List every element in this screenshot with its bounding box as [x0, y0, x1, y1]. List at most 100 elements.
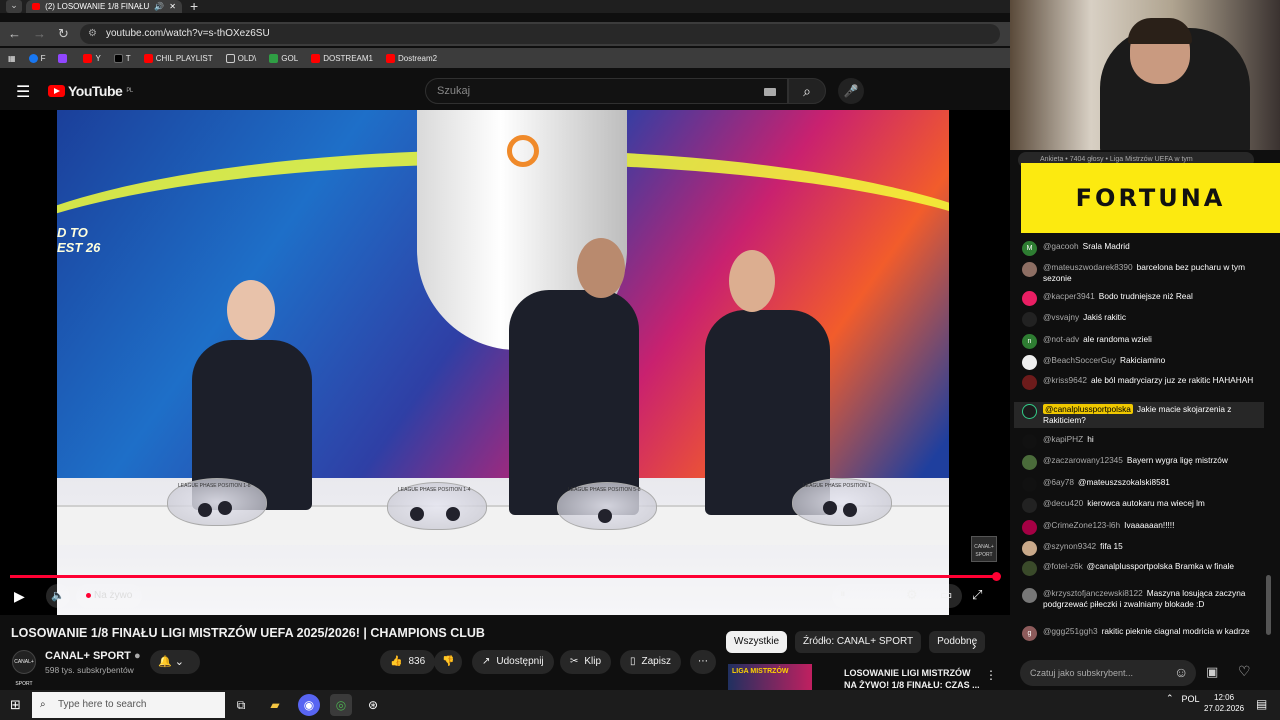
play-icon[interactable]: ▶ [14, 588, 25, 605]
channel-avatar[interactable]: CANAL+ SPORT [12, 650, 36, 687]
avatar[interactable] [1022, 455, 1037, 470]
autoplay-toggle-icon[interactable]: ⏸ [840, 588, 846, 601]
chevron-down-icon: ⌄ [174, 656, 184, 668]
super-chat-icon[interactable]: ▣ [1206, 664, 1218, 680]
more-dots-icon[interactable]: ⋮ [985, 668, 997, 682]
chevron-up-icon[interactable]: ⌃ [1166, 693, 1174, 704]
thumbs-up-icon: 👍 [390, 656, 403, 667]
voice-search-button[interactable]: 🎤 [838, 78, 864, 104]
chat-message: @CrimeZone123-l6h Ivaaaaaan!!!!! [1014, 520, 1264, 535]
subscriber-count: 598 tys. subskrybentów [45, 665, 134, 675]
bookmark-dostream2[interactable]: Dostream2 [385, 53, 437, 63]
keyboard-icon[interactable] [764, 88, 776, 96]
bookmark-youtube[interactable]: Y [83, 53, 101, 63]
keyboard-language[interactable]: POL [1182, 694, 1200, 704]
theater-mode-icon[interactable]: ▭ [940, 587, 952, 603]
avatar[interactable] [1022, 291, 1037, 306]
avatar[interactable]: M [1022, 241, 1037, 256]
avatar[interactable]: n [1022, 334, 1037, 349]
file-explorer-icon[interactable]: ▰ [264, 694, 286, 716]
chevron-right-icon[interactable]: › [972, 638, 976, 653]
avatar[interactable] [1022, 404, 1037, 419]
avatar[interactable]: g [1022, 626, 1037, 641]
close-tab-icon[interactable]: ✕ [169, 2, 176, 11]
windows-start-icon[interactable]: ⊞ [10, 697, 21, 713]
heart-icon[interactable]: ♡ [1238, 663, 1251, 680]
obs-icon[interactable]: ⊛ [362, 694, 384, 716]
clock-time: 12:06 [1214, 693, 1235, 702]
chip-source[interactable]: Źródło: CANAL+ SPORT [795, 631, 922, 653]
forward-icon[interactable]: → [33, 26, 46, 42]
avatar[interactable] [1022, 312, 1037, 327]
apps-grid-icon[interactable]: ▦ [8, 54, 16, 63]
recommendation-title[interactable]: LOSOWANIE LIGI MISTRZÓW NA ŻYWO! 1/8 FIN… [844, 667, 980, 691]
recommendation-thumbnail[interactable]: LIGA MISTRZÓW [728, 664, 812, 692]
bookmark-folder-old[interactable]: OLD\ [225, 53, 256, 63]
sponsor-banner[interactable]: FORTUNA [1021, 163, 1280, 233]
more-actions-button[interactable]: ⋯ [690, 650, 716, 674]
avatar[interactable] [1022, 355, 1037, 370]
bookmark-dostream1[interactable]: DOSTREAM1 [311, 53, 373, 63]
site-info-icon[interactable]: ⚙ [88, 24, 97, 44]
avatar[interactable] [1022, 561, 1037, 576]
avatar[interactable] [1022, 520, 1037, 535]
back-icon[interactable]: ← [8, 26, 21, 42]
bookmark-twitch[interactable] [58, 53, 70, 63]
settings-gear-icon[interactable]: ⚙ [906, 587, 918, 603]
bookmark-x[interactable]: T [113, 53, 131, 63]
channel-watermark[interactable]: CANAL+ SPORT [971, 536, 997, 562]
new-tab-button[interactable]: + [190, 0, 198, 14]
chip-similar[interactable]: Podobne [929, 631, 986, 653]
channel-name[interactable]: CANAL+ SPORT ● [45, 650, 141, 662]
filter-chips: Wszystkie Źródło: CANAL+ SPORT Podobne [726, 631, 986, 653]
chat-scrollbar[interactable] [1266, 575, 1271, 635]
notification-bell-button[interactable]: 🔔 ⌄ [150, 650, 200, 674]
search-input[interactable]: Szukaj [425, 78, 788, 104]
avatar[interactable] [1022, 498, 1037, 513]
hamburger-menu-icon[interactable]: ☰ [16, 82, 30, 102]
moderator-badge[interactable]: @canalplussportpolska [1043, 404, 1133, 414]
avatar[interactable] [1022, 588, 1037, 603]
more-dots-icon: ⋯ [698, 656, 708, 667]
system-tray: ⌃ POL [1166, 693, 1200, 704]
speaker-icon[interactable]: 🔊 [154, 2, 164, 11]
presenter-center-head [577, 238, 625, 298]
clock-date: 27.02.2026 [1204, 704, 1245, 713]
chrome-icon[interactable]: ◎ [330, 694, 352, 716]
share-button[interactable]: ↗ Udostępnij [472, 650, 554, 674]
chat-input[interactable]: Czatuj jako subskrybent... [1020, 660, 1196, 686]
clip-button[interactable]: ✂ Klip [560, 650, 612, 674]
dislike-button[interactable]: 👎 [434, 650, 463, 674]
progress-bar[interactable] [10, 575, 997, 578]
tab-search-dropdown[interactable]: ⌄ [6, 0, 22, 13]
progress-scrubber[interactable] [992, 572, 1001, 581]
like-button[interactable]: 👍 836 [380, 650, 436, 674]
youtube-logo[interactable]: YouTube PL [48, 83, 133, 99]
avatar[interactable] [1022, 375, 1037, 390]
live-indicator[interactable]: Na żywo [76, 584, 143, 608]
address-bar[interactable]: ⚙ youtube.com/watch?v=s-thOXez6SU [80, 24, 1000, 44]
avatar[interactable] [1022, 477, 1037, 492]
fullscreen-icon[interactable]: ⤢ [972, 587, 982, 603]
chip-all[interactable]: Wszystkie [726, 631, 787, 653]
video-frame[interactable]: D TO EST 26 LEAGUE PHASE POSITION 1-8 LEA… [57, 110, 949, 615]
avatar[interactable] [1022, 262, 1037, 277]
bookmark-facebook[interactable]: F [28, 53, 45, 63]
notification-icon[interactable]: ▤ [1256, 697, 1267, 711]
volume-icon[interactable]: 🔈 [46, 584, 70, 608]
bookmark-chil-playlist[interactable]: CHIL PLAYLIST [143, 53, 213, 63]
browser-tab-active[interactable]: (2) LOSOWANIE 1/8 FINAŁU 🔊 ✕ [26, 0, 182, 13]
task-view-icon[interactable]: ⧉ [230, 694, 252, 716]
chat-message: @kapiPHZ hi [1014, 434, 1264, 449]
bookmark-gol[interactable]: GOL [269, 53, 298, 63]
taskbar-clock[interactable]: 12:06 27.02.2026 [1204, 692, 1244, 714]
taskbar-search-input[interactable]: ⌕ Type here to search [32, 692, 225, 718]
save-button[interactable]: ▯ Zapisz [620, 650, 681, 674]
reload-icon[interactable]: ↻ [58, 26, 69, 42]
chat-message: @szynon9342 fifa 15 [1014, 541, 1264, 556]
emoji-icon[interactable]: ☺ [1174, 664, 1188, 680]
discord-icon[interactable]: ◉ [298, 694, 320, 716]
avatar[interactable] [1022, 434, 1037, 449]
avatar[interactable] [1022, 541, 1037, 556]
search-button[interactable]: ⌕ [788, 78, 826, 104]
